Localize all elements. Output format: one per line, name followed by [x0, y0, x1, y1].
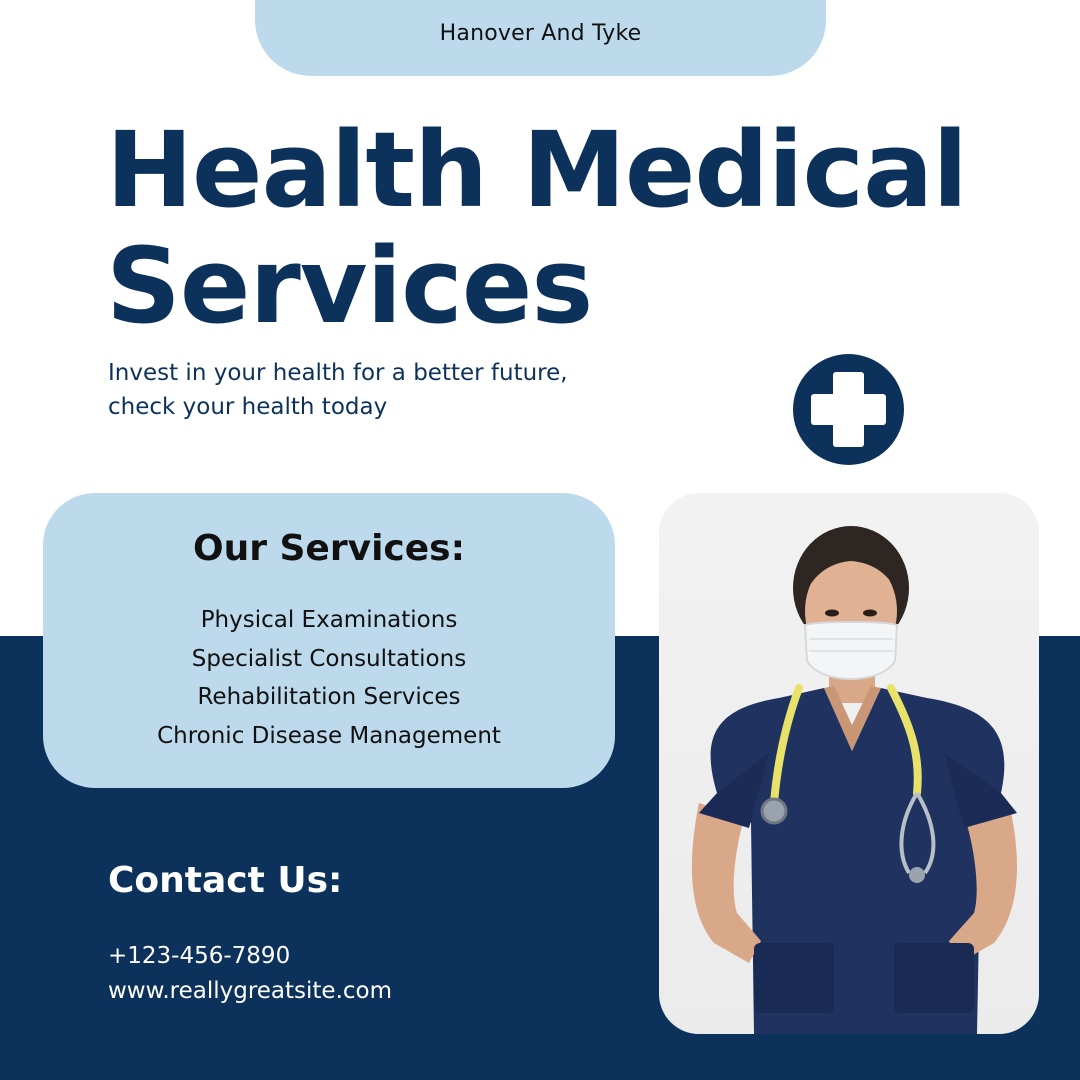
medical-cross-icon [793, 354, 904, 465]
contact-website[interactable]: www.reallygreatsite.com [108, 975, 392, 1007]
tagline-line-1: Invest in your health for a better futur… [108, 360, 568, 386]
contact-title: Contact Us: [108, 860, 343, 901]
services-card: Our Services: Physical Examinations Spec… [43, 493, 615, 788]
title-line-2: Services [106, 225, 593, 347]
nurse-illustration [691, 526, 1017, 1034]
nurse-photo [659, 493, 1039, 1034]
service-item: Physical Examinations [200, 607, 458, 633]
services-list: Physical Examinations Specialist Consult… [43, 601, 615, 755]
page-title: Health Medical Services [106, 109, 968, 347]
service-item: Specialist Consultations [191, 645, 467, 672]
tagline: Invest in your health for a better futur… [108, 356, 568, 424]
brand-name: Hanover And Tyke [439, 21, 642, 46]
tagline-line-2: check your health today [108, 394, 388, 420]
services-title: Our Services: [192, 528, 465, 569]
cross-horizontal-bar [811, 394, 886, 425]
service-item: Rehabilitation Services [197, 684, 461, 710]
title-line-1: Health Medical [106, 109, 968, 231]
service-item: Chronic Disease Management [157, 722, 501, 749]
brand-tab: Hanover And Tyke [255, 0, 826, 76]
contact-phone[interactable]: +123-456-7890 [108, 940, 290, 972]
